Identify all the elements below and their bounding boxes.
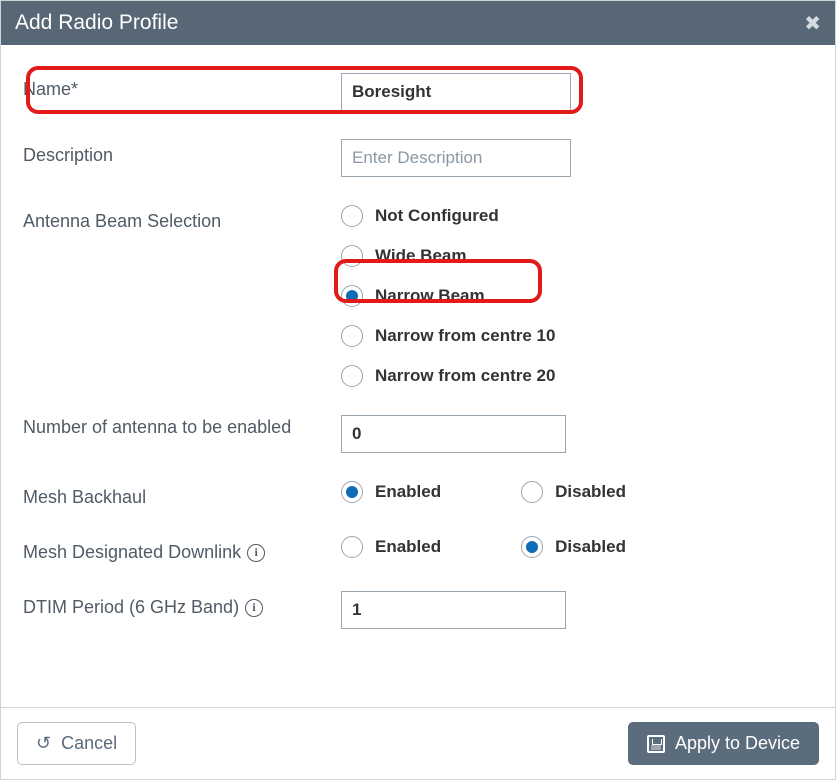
- radio-icon: [341, 536, 363, 558]
- mesh-downlink-radio-group: Enabled Disabled: [341, 536, 626, 558]
- dialog-footer: Cancel Apply to Device: [1, 707, 835, 779]
- apply-button-label: Apply to Device: [675, 733, 800, 754]
- dtim-label: DTIM Period (6 GHz Band) i: [23, 591, 341, 618]
- row-antenna-beam: Antenna Beam Selection Not Configured Wi…: [23, 205, 813, 387]
- dtim-input[interactable]: [341, 591, 566, 629]
- mesh-backhaul-label: Mesh Backhaul: [23, 481, 341, 508]
- radio-narrow-centre-10[interactable]: Narrow from centre 10: [341, 325, 555, 347]
- name-input[interactable]: [341, 73, 571, 111]
- radio-downlink-enabled[interactable]: Enabled: [341, 536, 441, 558]
- row-mesh-downlink: Mesh Designated Downlink i Enabled Disab…: [23, 536, 813, 563]
- radio-label: Narrow from centre 10: [375, 326, 555, 346]
- radio-label: Narrow from centre 20: [375, 366, 555, 386]
- mesh-downlink-label-text: Mesh Designated Downlink: [23, 542, 241, 563]
- radio-narrow-beam[interactable]: Narrow Beam: [341, 285, 555, 307]
- radio-wide-beam[interactable]: Wide Beam: [341, 245, 555, 267]
- radio-icon: [521, 481, 543, 503]
- radio-icon: [341, 365, 363, 387]
- radio-label: Enabled: [375, 482, 441, 502]
- radio-icon: [521, 536, 543, 558]
- radio-downlink-disabled[interactable]: Disabled: [521, 536, 626, 558]
- radio-icon: [341, 325, 363, 347]
- antenna-count-input[interactable]: [341, 415, 566, 453]
- radio-label: Wide Beam: [375, 246, 466, 266]
- radio-label: Enabled: [375, 537, 441, 557]
- radio-icon: [341, 285, 363, 307]
- row-name: Name*: [23, 73, 813, 111]
- radio-icon: [341, 481, 363, 503]
- dialog-title: Add Radio Profile: [15, 11, 178, 35]
- row-mesh-backhaul: Mesh Backhaul Enabled Disabled: [23, 481, 813, 508]
- description-input[interactable]: [341, 139, 571, 177]
- mesh-backhaul-radio-group: Enabled Disabled: [341, 481, 626, 503]
- radio-label: Not Configured: [375, 206, 499, 226]
- radio-label: Disabled: [555, 482, 626, 502]
- antenna-beam-label: Antenna Beam Selection: [23, 205, 341, 232]
- row-antenna-count: Number of antenna to be enabled: [23, 415, 813, 453]
- radio-icon: [341, 245, 363, 267]
- description-label: Description: [23, 139, 341, 166]
- info-icon[interactable]: i: [245, 599, 263, 617]
- info-icon[interactable]: i: [247, 544, 265, 562]
- antenna-beam-radio-group: Not Configured Wide Beam Narrow Beam Nar…: [341, 205, 555, 387]
- name-label: Name*: [23, 73, 341, 100]
- apply-button[interactable]: Apply to Device: [628, 722, 819, 765]
- add-radio-profile-dialog: Add Radio Profile ✖ Name* Description An…: [0, 0, 836, 780]
- dialog-content: Name* Description Antenna Beam Selection…: [1, 45, 835, 707]
- antenna-count-label: Number of antenna to be enabled: [23, 415, 341, 440]
- undo-icon: [36, 733, 51, 754]
- radio-label: Disabled: [555, 537, 626, 557]
- radio-narrow-centre-20[interactable]: Narrow from centre 20: [341, 365, 555, 387]
- radio-icon: [341, 205, 363, 227]
- dtim-label-text: DTIM Period (6 GHz Band): [23, 597, 239, 618]
- row-description: Description: [23, 139, 813, 177]
- row-dtim: DTIM Period (6 GHz Band) i: [23, 591, 813, 629]
- cancel-button[interactable]: Cancel: [17, 722, 136, 765]
- radio-backhaul-enabled[interactable]: Enabled: [341, 481, 441, 503]
- close-icon[interactable]: ✖: [804, 11, 821, 36]
- radio-label: Narrow Beam: [375, 286, 485, 306]
- radio-backhaul-disabled[interactable]: Disabled: [521, 481, 626, 503]
- mesh-downlink-label: Mesh Designated Downlink i: [23, 536, 341, 563]
- cancel-button-label: Cancel: [61, 733, 117, 754]
- dialog-header: Add Radio Profile ✖: [1, 1, 835, 45]
- radio-not-configured[interactable]: Not Configured: [341, 205, 555, 227]
- save-icon: [647, 735, 665, 753]
